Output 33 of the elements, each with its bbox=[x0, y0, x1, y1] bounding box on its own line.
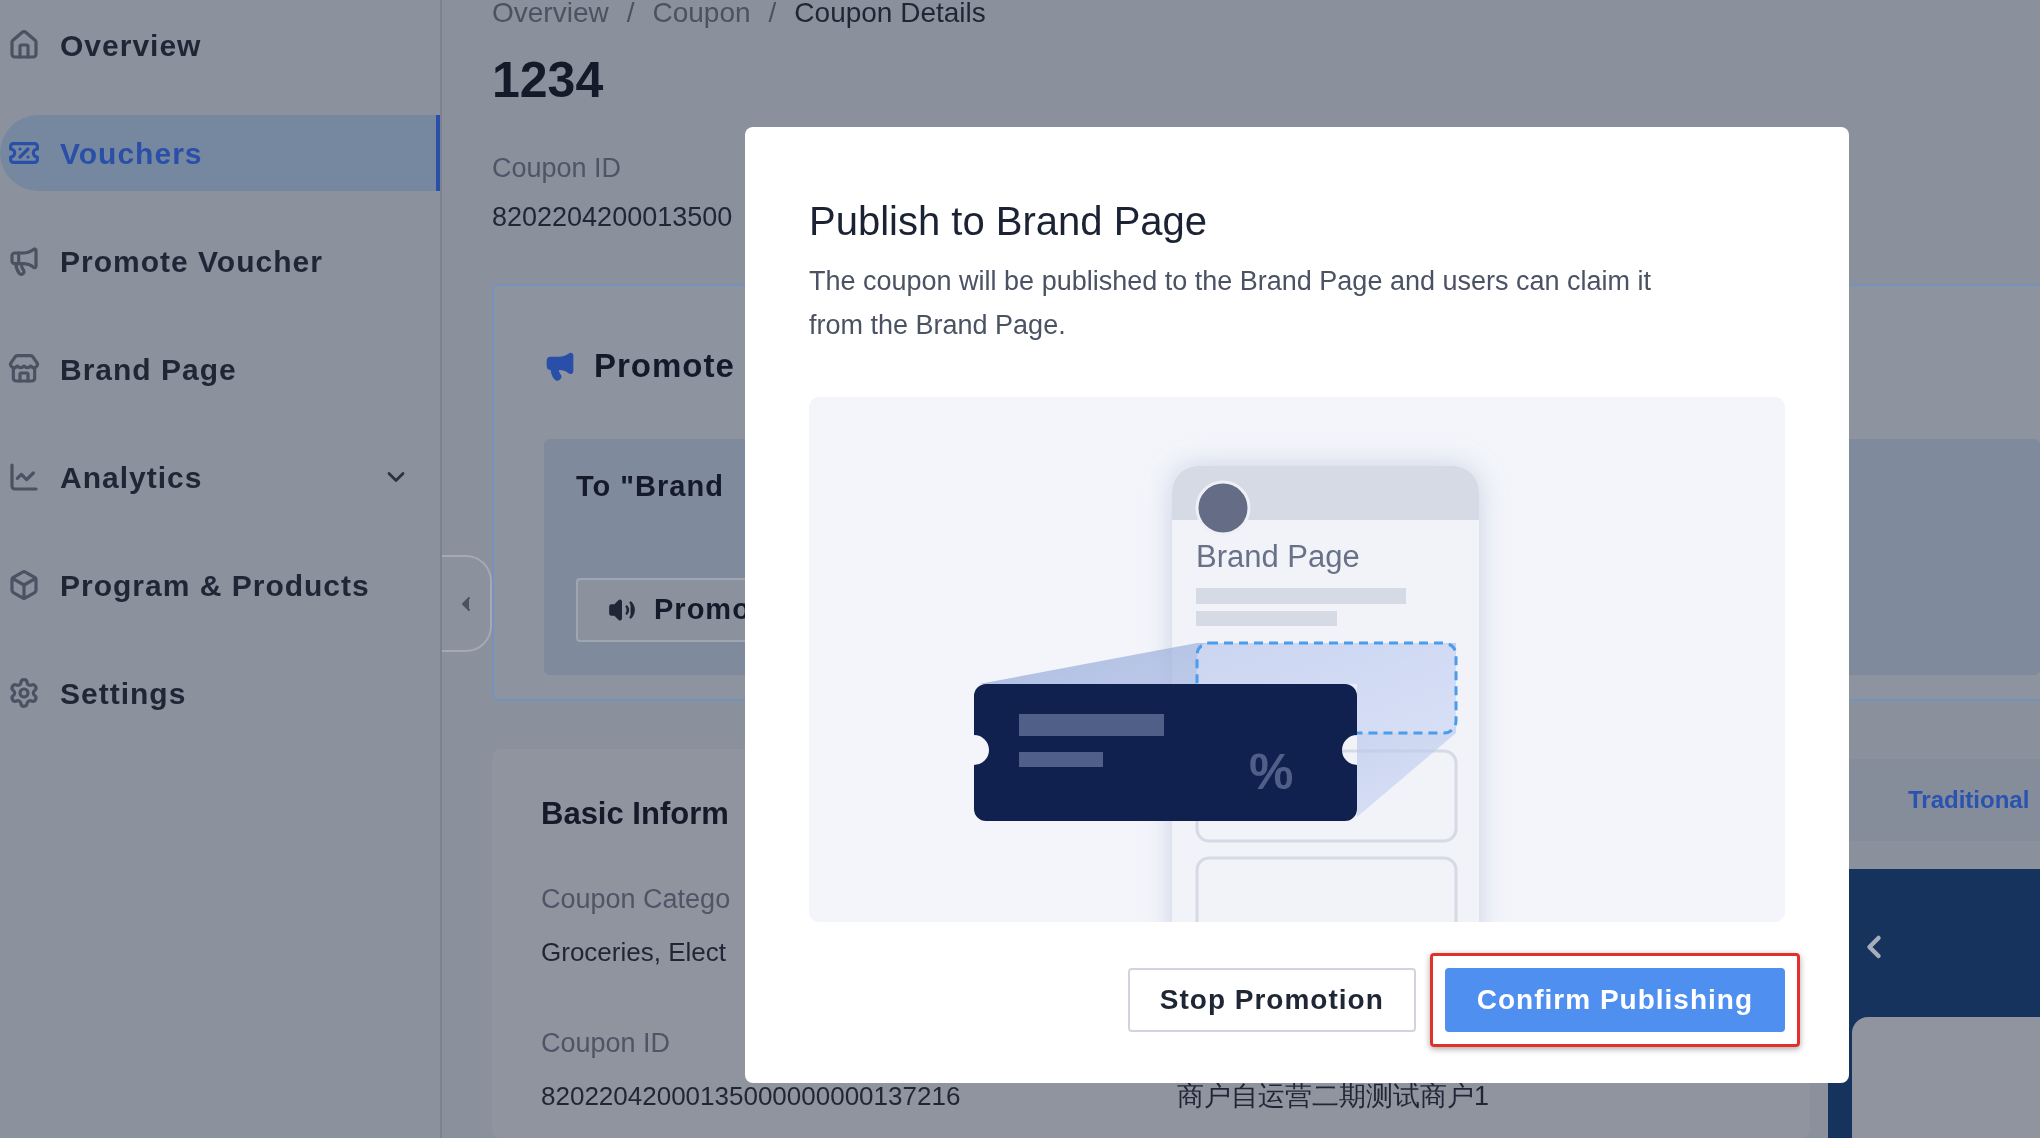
sidebar-item[interactable]: Brand Page bbox=[0, 331, 440, 407]
breadcrumb-link[interactable]: Coupon bbox=[652, 0, 751, 28]
page-title: 1234 bbox=[492, 51, 605, 110]
breadcrumb-separator: / bbox=[768, 0, 777, 28]
field-value: 82022042000135000000000137216 bbox=[541, 1080, 962, 1114]
section-title: Basic Inform bbox=[541, 795, 729, 834]
field-label: Coupon ID bbox=[541, 1027, 671, 1061]
sidebar-item[interactable]: Settings bbox=[0, 655, 440, 731]
brand-page-label: Brand Page bbox=[1196, 539, 1360, 574]
settings-icon bbox=[8, 677, 40, 709]
sidebar-item[interactable]: Promote Voucher bbox=[0, 223, 440, 299]
field-label: Coupon ID bbox=[492, 152, 622, 185]
field-label: Coupon Catego bbox=[541, 883, 731, 917]
cube-icon bbox=[8, 569, 40, 601]
sidebar-item[interactable]: Analytics bbox=[0, 439, 440, 515]
dialog-description: The coupon will be published to the Brand Page and users can claim it from the Brand Page. bbox=[809, 265, 1652, 342]
sidebar-item[interactable]: Overview bbox=[0, 7, 440, 83]
panel-title: To "Brand bbox=[576, 469, 724, 502]
store-icon bbox=[8, 353, 40, 385]
card-title: Promote bbox=[594, 346, 735, 386]
house-icon bbox=[8, 29, 40, 61]
breadcrumb-link[interactable]: Overview bbox=[492, 0, 609, 28]
field-value: 8202204200013500 bbox=[492, 200, 733, 234]
confirm-button[interactable]: Confirm Publishing bbox=[1444, 968, 1785, 1032]
ticket-percent-sign: % bbox=[1249, 744, 1294, 800]
sidebar-item[interactable]: Program & Products bbox=[0, 547, 440, 623]
dialog-title: Publish to Brand Page bbox=[809, 198, 1209, 245]
breadcrumb-separator: / bbox=[626, 0, 635, 28]
chart-icon bbox=[8, 461, 40, 493]
megaphone-icon bbox=[8, 245, 40, 277]
field-value: Groceries, Elect bbox=[541, 936, 727, 970]
stop-button[interactable]: Stop Promotion bbox=[1127, 968, 1416, 1032]
merchant-name: 商户自运营二期测试商户1 bbox=[1177, 1080, 1490, 1114]
